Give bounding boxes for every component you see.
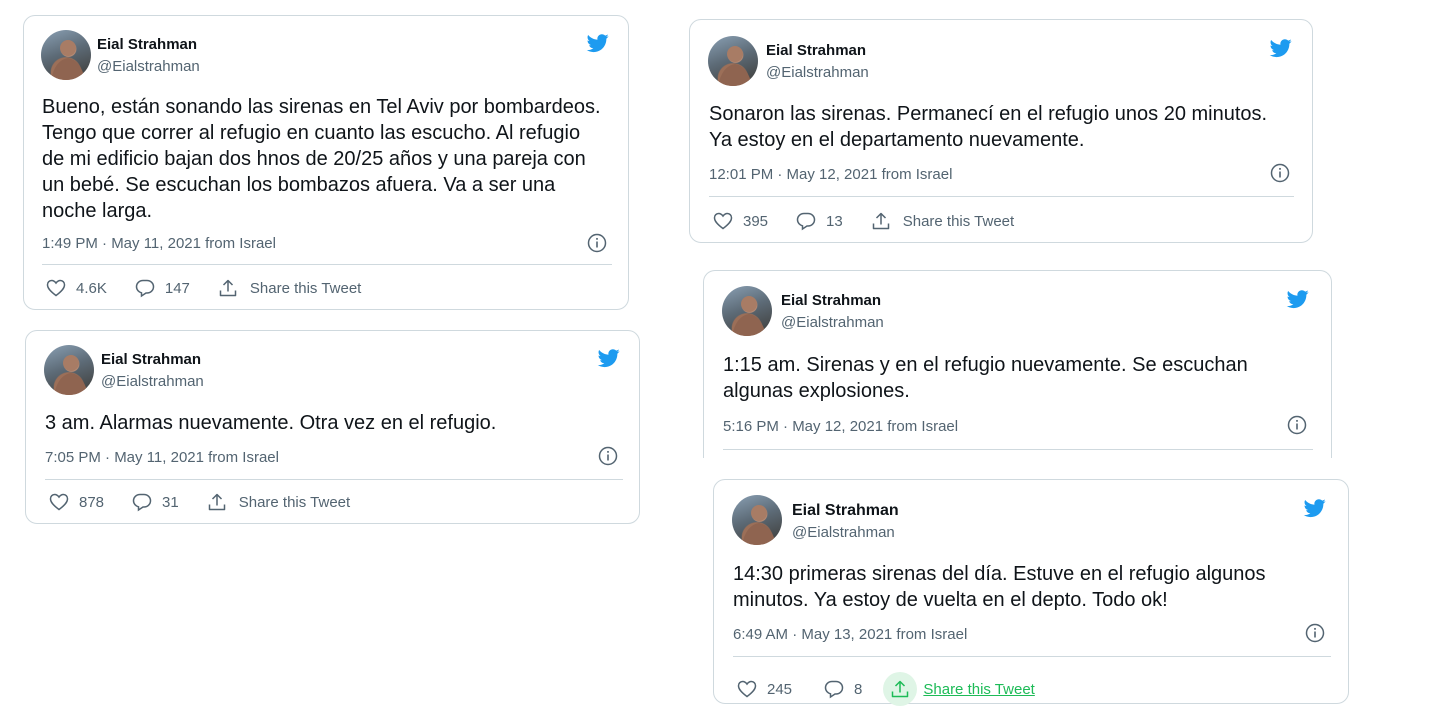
share-button[interactable]: Share this Tweet (883, 672, 1035, 706)
share-icon (208, 493, 225, 511)
tweet-actions: 4.6K 147 Share this Tweet (46, 278, 361, 298)
reply-bubble-icon (135, 279, 155, 298)
share-label: Share this Tweet (238, 493, 351, 511)
share-button[interactable]: Share this Tweet (218, 278, 361, 298)
avatar[interactable] (732, 495, 782, 545)
avatar[interactable] (708, 36, 758, 86)
like-count: 245 (767, 680, 793, 698)
avatar[interactable] (41, 30, 91, 80)
author-name[interactable]: Eial Strahman (792, 502, 899, 520)
reply-bubble-icon (796, 212, 816, 231)
info-icon[interactable] (1270, 163, 1290, 183)
like-button[interactable]: 878 (49, 492, 104, 512)
tweet-actions: 245 8 Share this Tweet (737, 672, 1035, 706)
heart-icon (46, 279, 66, 297)
avatar[interactable] (722, 286, 772, 336)
tweet-timestamp[interactable]: 6:49 AM · May 13, 2021 from Israel (733, 626, 967, 643)
share-label: Share this Tweet (902, 212, 1015, 230)
heart-icon (713, 212, 733, 230)
like-count: 878 (79, 493, 105, 511)
like-button[interactable]: 395 (713, 211, 768, 231)
avatar[interactable] (44, 345, 94, 395)
reply-bubble-icon (132, 493, 152, 512)
tweet-text: 3 am. Alarmas nuevamente. Otra vez en el… (45, 412, 497, 434)
share-label: Share this Tweet (249, 279, 362, 297)
tweet-card[interactable]: Eial Strahman @Eialstrahman Sonaron las … (689, 19, 1313, 243)
divider (709, 196, 1294, 197)
tweet-timestamp[interactable]: 7:05 PM · May 11, 2021 from Israel (45, 449, 279, 466)
tweet-text: 1:15 am. Sirenas y en el refugio nuevame… (723, 354, 1248, 402)
divider (45, 479, 623, 480)
info-icon[interactable] (1287, 415, 1307, 435)
author-handle[interactable]: @Eialstrahman (792, 524, 895, 541)
reply-button[interactable]: 8 (824, 679, 862, 699)
info-icon[interactable] (1305, 623, 1325, 643)
reply-button[interactable]: 147 (135, 278, 190, 298)
author-name[interactable]: Eial Strahman (101, 351, 201, 368)
reply-count: 13 (826, 212, 843, 230)
twitter-bird-icon[interactable] (1302, 497, 1328, 519)
tweet-actions: 395 13 Share this Tweet (713, 211, 1014, 231)
tweet-card[interactable]: Eial Strahman @Eialstrahman Bueno, están… (23, 15, 629, 310)
author-name[interactable]: Eial Strahman (766, 42, 866, 59)
share-button[interactable]: Share this Tweet (207, 492, 350, 512)
author-name[interactable]: Eial Strahman (97, 36, 197, 53)
twitter-bird-icon[interactable] (1285, 288, 1311, 310)
like-button[interactable]: 4.6K (46, 278, 107, 298)
tweet-text: Sonaron las sirenas. Permanecí en el ref… (709, 103, 1268, 151)
tweet-text: Bueno, están sonando las sirenas en Tel … (42, 96, 601, 222)
author-handle[interactable]: @Eialstrahman (766, 64, 869, 81)
like-count: 395 (743, 212, 769, 230)
reply-button[interactable]: 13 (796, 211, 843, 231)
tweet-timestamp[interactable]: 12:01 PM · May 12, 2021 from Israel (709, 166, 952, 183)
reply-button[interactable]: 31 (132, 492, 179, 512)
heart-icon (49, 493, 69, 511)
share-icon (872, 212, 889, 230)
like-count: 4.6K (76, 279, 107, 297)
divider (42, 264, 612, 265)
share-label: Share this Tweet (923, 680, 1035, 698)
author-handle[interactable]: @Eialstrahman (97, 58, 200, 75)
twitter-bird-icon[interactable] (1268, 37, 1294, 59)
share-button[interactable]: Share this Tweet (871, 211, 1014, 231)
reply-count: 147 (164, 279, 190, 297)
share-icon (892, 680, 909, 698)
tweet-timestamp[interactable]: 1:49 PM · May 11, 2021 from Israel (42, 235, 276, 252)
share-icon (219, 279, 237, 297)
info-icon[interactable] (598, 446, 618, 466)
like-button[interactable]: 245 (737, 679, 792, 699)
author-handle[interactable]: @Eialstrahman (781, 314, 884, 331)
heart-icon (737, 680, 757, 698)
tweet-card[interactable]: Eial Strahman @Eialstrahman 3 am. Alarma… (25, 330, 640, 524)
author-name[interactable]: Eial Strahman (781, 292, 881, 309)
tweet-text: 14:30 primeras sirenas del día. Estuve e… (733, 563, 1266, 611)
reply-bubble-icon (824, 680, 844, 699)
twitter-bird-icon[interactable] (596, 347, 622, 369)
tweet-actions: 878 31 Share this Tweet (49, 492, 350, 512)
tweet-timestamp[interactable]: 5:16 PM · May 12, 2021 from Israel (723, 418, 958, 435)
divider (723, 449, 1313, 450)
twitter-bird-icon[interactable] (585, 32, 611, 54)
share-hover-circle[interactable] (883, 672, 918, 706)
author-handle[interactable]: @Eialstrahman (101, 373, 204, 390)
tweet-card[interactable]: Eial Strahman @Eialstrahman 1:15 am. Sir… (703, 270, 1332, 458)
info-icon[interactable] (587, 233, 607, 253)
divider (733, 656, 1331, 657)
tweet-card[interactable]: Eial Strahman @Eialstrahman 14:30 primer… (713, 479, 1349, 706)
reply-count: 31 (162, 493, 179, 511)
reply-count: 8 (854, 680, 863, 698)
